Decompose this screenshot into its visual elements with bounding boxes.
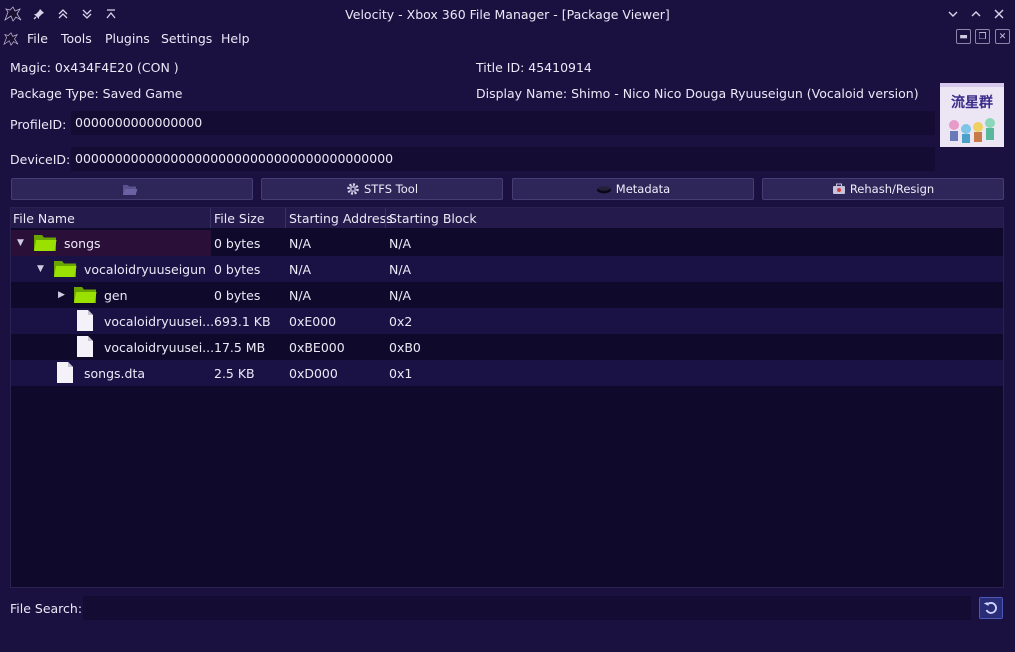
title-id-label: Title ID: 45410914 bbox=[476, 60, 592, 75]
file-search-label: File Search: bbox=[10, 601, 83, 616]
column-header-file-size[interactable]: File Size bbox=[214, 211, 265, 226]
metadata-button[interactable]: Metadata bbox=[512, 178, 754, 200]
device-id-field[interactable]: 0000000000000000000000000000000000000000 bbox=[71, 147, 935, 171]
table-row[interactable]: vocaloidryuusei... 693.1 KB 0xE000 0x2 bbox=[11, 308, 1003, 334]
starting-block-cell: 0x1 bbox=[389, 366, 413, 381]
stfs-tool-label: STFS Tool bbox=[363, 182, 419, 196]
file-icon bbox=[57, 362, 73, 383]
file-size-cell: 17.5 MB bbox=[214, 340, 266, 355]
keep-below-icon[interactable] bbox=[77, 4, 97, 24]
open-button[interactable] bbox=[11, 178, 253, 200]
minimize-icon[interactable] bbox=[943, 4, 963, 24]
menu-plugins[interactable]: Plugins bbox=[105, 31, 150, 46]
file-name-cell: vocaloidryuusei... bbox=[104, 314, 215, 329]
column-header-file-name[interactable]: File Name bbox=[13, 211, 75, 226]
file-icon bbox=[77, 310, 93, 331]
file-name-cell: vocaloidryuuseigun bbox=[84, 262, 206, 277]
table-row[interactable]: ▶ gen 0 bytes N/A N/A bbox=[11, 282, 1003, 308]
file-size-cell: 0 bytes bbox=[214, 236, 261, 251]
close-icon[interactable] bbox=[989, 4, 1009, 24]
thumbnail-title: 流星群 bbox=[951, 94, 993, 111]
file-size-cell: 2.5 KB bbox=[214, 366, 255, 381]
mdi-restore-button[interactable]: ❐ bbox=[975, 29, 990, 44]
collapse-arrow-icon[interactable]: ▼ bbox=[37, 264, 47, 274]
starting-block-cell: 0x2 bbox=[389, 314, 413, 329]
table-row[interactable]: vocaloidryuusei... 17.5 MB 0xBE000 0xB0 bbox=[11, 334, 1003, 360]
profile-id-field[interactable]: 0000000000000000 bbox=[71, 111, 935, 135]
starting-address-cell: N/A bbox=[289, 236, 312, 251]
search-reset-button[interactable] bbox=[979, 597, 1003, 619]
table-header: File Name File Size Starting Address Sta… bbox=[11, 208, 1003, 228]
file-size-cell: 0 bytes bbox=[214, 288, 261, 303]
file-search-input[interactable] bbox=[83, 596, 971, 620]
folder-icon bbox=[74, 287, 97, 303]
file-size-cell: 0 bytes bbox=[214, 262, 261, 277]
app-logo-icon bbox=[3, 4, 23, 24]
starting-address-cell: 0xE000 bbox=[289, 314, 337, 329]
starting-block-cell: N/A bbox=[389, 262, 412, 277]
profile-id-label: ProfileID: bbox=[10, 117, 67, 132]
device-id-label: DeviceID: bbox=[10, 152, 71, 167]
starting-address-cell: 0xD000 bbox=[289, 366, 338, 381]
starting-block-cell: N/A bbox=[389, 236, 412, 251]
column-header-starting-block[interactable]: Starting Block bbox=[389, 211, 477, 226]
toolbox-icon bbox=[832, 183, 845, 194]
metadata-icon bbox=[596, 186, 611, 194]
display-name-label: Display Name: Shimo - Nico Nico Douga Ry… bbox=[476, 86, 919, 101]
file-size-cell: 693.1 KB bbox=[214, 314, 271, 329]
folder-open-icon bbox=[123, 184, 138, 195]
starting-block-cell: N/A bbox=[389, 288, 412, 303]
mdi-child-logo-icon bbox=[1, 29, 21, 49]
file-tree-table[interactable]: File Name File Size Starting Address Sta… bbox=[10, 207, 1004, 588]
file-name-cell: vocaloidryuusei... bbox=[104, 340, 215, 355]
file-name-cell: gen bbox=[104, 288, 128, 303]
starting-address-cell: N/A bbox=[289, 262, 312, 277]
pin-icon[interactable] bbox=[29, 4, 49, 24]
menu-tools[interactable]: Tools bbox=[61, 31, 92, 46]
column-header-starting-address[interactable]: Starting Address bbox=[289, 211, 393, 226]
file-name-cell: songs.dta bbox=[84, 366, 145, 381]
rehash-resign-button[interactable]: Rehash/Resign bbox=[762, 178, 1004, 200]
window-title: Velocity - Xbox 360 File Manager - [Pack… bbox=[345, 7, 670, 22]
undo-icon bbox=[984, 602, 997, 614]
metadata-label: Metadata bbox=[615, 182, 671, 196]
title-bar: Velocity - Xbox 360 File Manager - [Pack… bbox=[0, 0, 1015, 28]
table-row[interactable]: ▼ vocaloidryuuseigun 0 bytes N/A N/A bbox=[11, 256, 1003, 282]
folder-icon bbox=[54, 261, 77, 277]
gear-icon bbox=[347, 183, 359, 195]
stfs-tool-button[interactable]: STFS Tool bbox=[261, 178, 503, 200]
rehash-resign-label: Rehash/Resign bbox=[849, 182, 935, 196]
folder-icon bbox=[34, 235, 57, 251]
expand-arrow-icon[interactable]: ▶ bbox=[58, 290, 68, 300]
menu-bar: File Tools Plugins Settings Help bbox=[0, 28, 1015, 50]
package-type-label: Package Type: Saved Game bbox=[10, 86, 183, 101]
menu-file[interactable]: File bbox=[27, 31, 48, 46]
shade-icon[interactable] bbox=[101, 4, 121, 24]
table-row[interactable]: ▼ songs 0 bytes N/A N/A bbox=[11, 230, 1003, 256]
starting-address-cell: 0xBE000 bbox=[289, 340, 345, 355]
table-row[interactable]: songs.dta 2.5 KB 0xD000 0x1 bbox=[11, 360, 1003, 386]
magic-label: Magic: 0x434F4E20 (CON ) bbox=[10, 60, 179, 75]
keep-above-icon[interactable] bbox=[53, 4, 73, 24]
menu-settings[interactable]: Settings bbox=[161, 31, 212, 46]
mdi-minimize-button[interactable]: ▬ bbox=[956, 29, 971, 44]
package-thumbnail: 流星群 bbox=[940, 83, 1004, 147]
collapse-arrow-icon[interactable]: ▼ bbox=[17, 238, 27, 248]
file-icon bbox=[77, 336, 93, 357]
mdi-close-button[interactable]: ✕ bbox=[995, 29, 1010, 44]
maximize-icon[interactable] bbox=[966, 4, 986, 24]
starting-block-cell: 0xB0 bbox=[389, 340, 421, 355]
menu-help[interactable]: Help bbox=[221, 31, 250, 46]
starting-address-cell: N/A bbox=[289, 288, 312, 303]
file-name-cell: songs bbox=[64, 236, 101, 251]
